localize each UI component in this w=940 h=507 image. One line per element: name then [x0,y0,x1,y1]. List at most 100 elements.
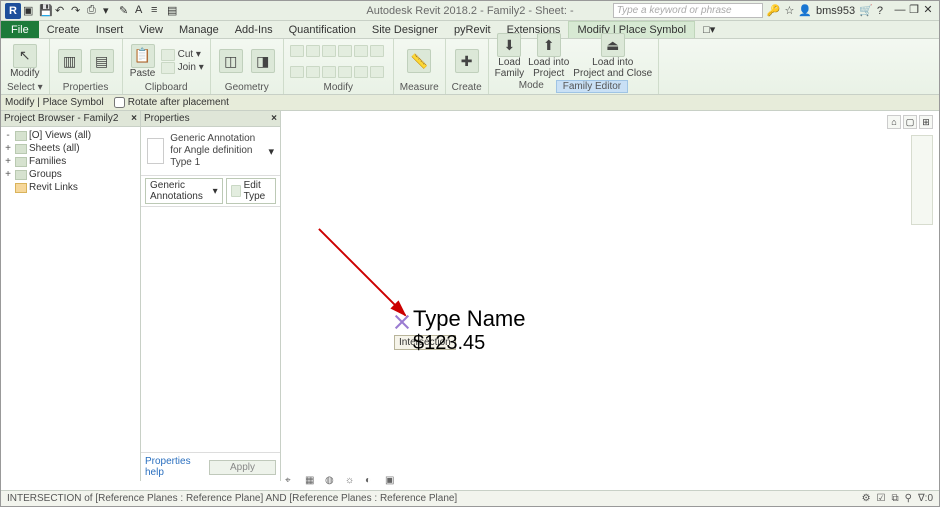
ribbon-group-properties: ▥ ▤ Properties [50,39,123,94]
navigation-bar[interactable] [911,135,933,225]
tab-view[interactable]: View [131,21,171,38]
type-dropdown-icon[interactable]: ▾ [268,145,274,158]
close-button[interactable]: ✕ [921,5,935,17]
nav-home-icon[interactable]: ⌂ [887,115,901,129]
load-into-project-button[interactable]: ⬆Load into Project [528,33,569,79]
properties-button[interactable]: ▥ [56,49,84,73]
qat-tool-2-icon[interactable]: A [135,4,149,18]
tree-item-groups[interactable]: +Groups [3,168,138,181]
open-icon[interactable]: ▣ [23,4,37,18]
exchange-icon[interactable]: 🛒 [859,4,873,17]
modify-label: Modify [10,68,39,79]
status-icon-3[interactable]: ⧉ [892,493,899,504]
align-icon[interactable] [338,66,352,78]
status-icon-1[interactable]: ⚙ [862,493,871,504]
paste-button[interactable]: 📋 Paste [129,44,157,79]
trim-icon[interactable] [338,45,352,57]
drawing-canvas[interactable]: Intersection Type Name $123.45 ⌂ ▢ ⊞ [281,111,939,481]
tab-addins[interactable]: Add-Ins [227,21,281,38]
project-browser-close-icon[interactable]: × [131,113,137,124]
properties-help-link[interactable]: Properties help [145,456,209,478]
tab-context-help[interactable]: □▾ [695,21,723,38]
qat-tool-3-icon[interactable]: ≡ [151,4,165,18]
category-select[interactable]: Generic Annotations▾ [145,178,223,204]
geom-tool-2[interactable]: ◨ [249,49,277,73]
rotate-icon[interactable] [322,45,336,57]
signin-icon[interactable]: 👤 [798,4,812,17]
placed-symbol[interactable]: Type Name $123.45 [413,306,526,355]
cut-button[interactable]: Cut ▾ [161,49,204,61]
search-input[interactable]: Type a keyword or phrase [613,3,763,18]
user-name[interactable]: bms953 [816,5,855,17]
mirror-icon[interactable] [354,45,368,57]
edit-type-button[interactable]: Edit Type [226,178,276,204]
tab-create[interactable]: Create [39,21,88,38]
crop-icon[interactable]: ▣ [385,475,397,487]
detail-level-icon[interactable]: ▦ [305,475,317,487]
file-tab[interactable]: File [1,21,39,38]
modify-button[interactable]: ↖ Modify [10,44,39,79]
load-into-project-close-button[interactable]: ⏏Load into Project and Close [573,33,652,79]
geom-tool-1[interactable]: ◫ [217,49,245,73]
scale-icon[interactable] [306,66,320,78]
tree-item-revit-links[interactable]: Revit Links [3,181,138,194]
minimize-button[interactable]: — [893,5,907,17]
properties-header[interactable]: Properties × [141,111,280,127]
sunpath-icon[interactable]: ☼ [345,475,357,487]
scale-icon[interactable]: ⌖ [285,475,297,487]
group-label-modify: Modify [324,81,353,94]
tab-manage[interactable]: Manage [171,21,227,38]
move-icon[interactable] [290,45,304,57]
status-icon-4[interactable]: ⚲ [905,493,912,504]
load-family-button[interactable]: ⬇Load Family [495,33,524,79]
revit-logo[interactable]: R [5,3,21,19]
nav-cube-icon[interactable]: ▢ [903,115,917,129]
apply-button[interactable]: Apply [209,460,276,475]
status-icon-2[interactable]: ☑ [877,493,886,504]
load-into-project-close-label: Load into Project and Close [573,57,652,79]
array-icon[interactable] [290,66,304,78]
qat-more-icon[interactable]: ▾ [103,4,117,18]
project-browser-header[interactable]: Project Browser - Family2 × [1,111,140,127]
redo-icon[interactable]: ↷ [71,4,85,18]
ribbon-group-mode: ⬇Load Family ⬆Load into Project ⏏Load in… [489,39,660,94]
type-properties-button[interactable]: ▤ [88,49,116,73]
copy-icon[interactable] [306,45,320,57]
options-bar: Modify | Place Symbol Rotate after place… [1,95,939,111]
tree-item-views[interactable]: -[O] Views (all) [3,129,138,142]
type-selector[interactable]: Generic Annotation for Angle definition … [141,127,280,175]
help-icon[interactable]: ? [877,5,883,17]
create-button[interactable]: ✚ [453,49,481,73]
rotate-after-placement-checkbox[interactable]: Rotate after placement [114,97,229,108]
group-label-select[interactable]: Select ▾ [7,81,43,94]
project-browser-tree[interactable]: -[O] Views (all) +Sheets (all) +Families… [1,127,140,196]
print-icon[interactable]: ⎙ [87,4,101,18]
save-icon[interactable]: 💾 [39,4,53,18]
pin-icon[interactable] [354,66,368,78]
tree-item-families[interactable]: +Families [3,155,138,168]
tab-pyrevit[interactable]: pyRevit [446,21,499,38]
selection-count[interactable]: ∇:0 [918,493,933,504]
family-editor-label[interactable]: Family Editor [556,80,628,93]
tab-sitedesigner[interactable]: Site Designer [364,21,446,38]
shadows-icon[interactable]: ◐ [365,475,377,487]
restore-button[interactable]: ❐ [907,5,921,17]
qat-tool-1-icon[interactable]: ✎ [119,4,133,18]
tab-quantification[interactable]: Quantification [281,21,364,38]
qat-tool-4-icon[interactable]: ▤ [167,4,181,18]
infocenter-icon[interactable]: 🔑 [767,4,781,17]
rotate-checkbox-input[interactable] [114,97,125,108]
split-icon[interactable] [370,45,384,57]
view-nav-buttons: ⌂ ▢ ⊞ [887,115,933,129]
offset-icon[interactable] [322,66,336,78]
tab-insert[interactable]: Insert [88,21,132,38]
undo-icon[interactable]: ↶ [55,4,69,18]
measure-button[interactable]: 📏 [405,49,433,73]
properties-close-icon[interactable]: × [271,113,277,124]
tree-item-sheets[interactable]: +Sheets (all) [3,142,138,155]
delete-icon[interactable] [370,66,384,78]
join-button[interactable]: Join ▾ [161,62,204,74]
visual-style-icon[interactable]: ◍ [325,475,337,487]
nav-steering-icon[interactable]: ⊞ [919,115,933,129]
star-icon[interactable]: ☆ [784,4,794,17]
